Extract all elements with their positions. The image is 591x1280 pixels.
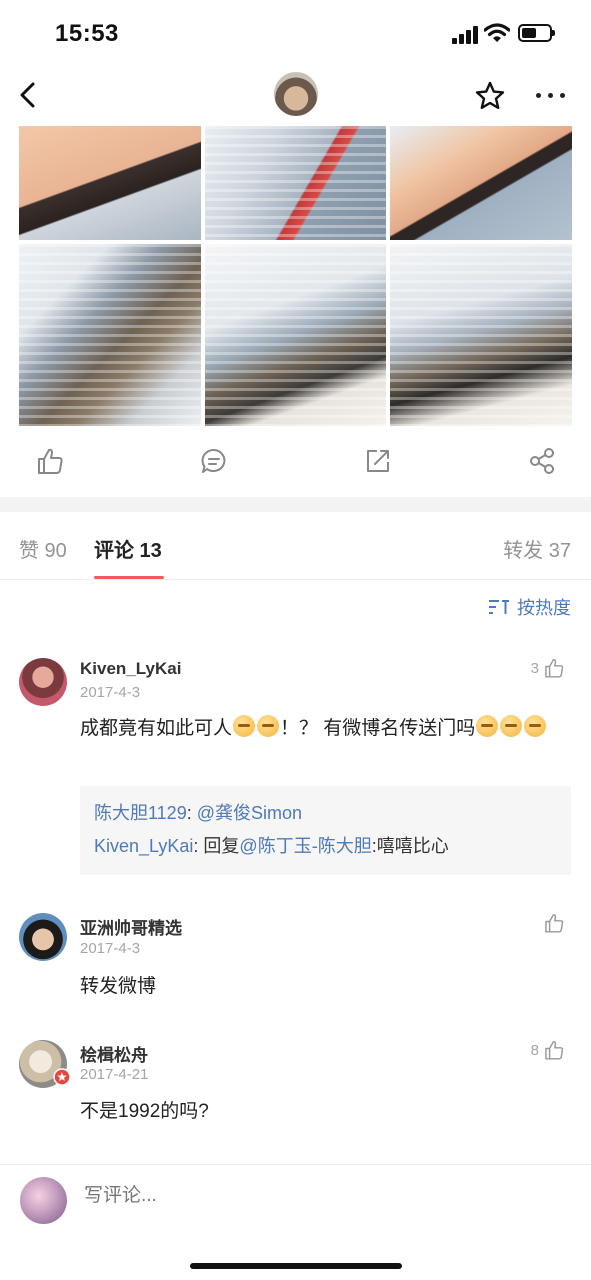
- section-divider: [0, 497, 591, 512]
- comment-text-part2: ！？ 有微博名传送门吗: [280, 718, 476, 739]
- home-indicator: [190, 1263, 402, 1269]
- comment-date: 2017-4-3: [80, 940, 141, 957]
- tab-likes[interactable]: 赞 90: [19, 534, 67, 563]
- comment-text: 转发微博: [80, 976, 157, 997]
- like-count: 8: [530, 1041, 539, 1059]
- reply-author[interactable]: 陈大胆1129: [94, 803, 187, 823]
- photo-grid: [19, 126, 572, 426]
- like-count: 3: [530, 659, 539, 677]
- comment-item: 桧楫松舟 2017-4-21 8 不是1992的吗?: [0, 1038, 591, 1138]
- reply-mention[interactable]: @龚俊Simon: [197, 803, 302, 823]
- sort-icon: [489, 600, 509, 614]
- tab-comments[interactable]: 评论 13: [94, 534, 162, 563]
- tab-indicator: [94, 576, 164, 579]
- bottom-comment-bar: [0, 1164, 591, 1280]
- comment-icon[interactable]: [199, 446, 229, 476]
- reply-box[interactable]: 陈大胆1129: @龚俊Simon Kiven_LyKai: 回复@陈丁玉-陈大…: [80, 786, 571, 875]
- more-button[interactable]: [534, 92, 568, 100]
- battery-icon: [518, 24, 555, 42]
- comment-date: 2017-4-3: [80, 684, 141, 701]
- thumb-up-icon: [545, 1041, 564, 1060]
- comment-like-button[interactable]: [539, 912, 565, 934]
- back-button[interactable]: [14, 80, 44, 110]
- reply-line: Kiven_LyKai: 回复@陈丁玉-陈大胆:嘻嘻比心: [94, 836, 449, 856]
- photo-1[interactable]: [19, 126, 201, 240]
- author-avatar[interactable]: [274, 72, 318, 116]
- reply-author[interactable]: Kiven_LyKai: [94, 836, 193, 856]
- comment-text-part1: 成都竟有如此可人: [80, 718, 233, 739]
- thumb-up-icon: [545, 659, 564, 678]
- action-bar: [0, 438, 591, 488]
- comment-username[interactable]: 亚洲帅哥精选: [80, 914, 182, 939]
- sort-label: 按热度: [517, 598, 571, 618]
- comment-input[interactable]: [84, 1185, 329, 1207]
- nav-bar: [0, 66, 591, 126]
- status-bar: 15:53: [0, 0, 591, 66]
- thumb-up-icon: [545, 914, 564, 933]
- reply-line: 陈大胆1129: @龚俊Simon: [94, 803, 303, 823]
- photo-5[interactable]: [205, 244, 386, 426]
- verified-badge-icon: [53, 1068, 71, 1086]
- smug-emoji-icon: [500, 715, 523, 737]
- comment-like-button[interactable]: 8: [531, 1039, 565, 1061]
- status-time: 15:53: [55, 20, 119, 47]
- comment-username[interactable]: 桧楫松舟: [80, 1041, 148, 1066]
- smug-emoji-icon: [476, 715, 499, 737]
- photo-4[interactable]: [19, 244, 201, 426]
- share-icon[interactable]: [527, 446, 557, 476]
- like-icon[interactable]: [35, 446, 65, 476]
- sort-button[interactable]: 按热度: [487, 592, 571, 622]
- signal-icon: [452, 26, 480, 44]
- avatar[interactable]: [19, 658, 67, 706]
- star-icon[interactable]: [474, 80, 506, 112]
- wifi-icon: [484, 23, 510, 42]
- comment-username[interactable]: Kiven_LyKai: [80, 659, 181, 679]
- photo-2[interactable]: [205, 126, 386, 240]
- thinking-emoji-icon: [257, 715, 280, 737]
- comment-date: 2017-4-21: [80, 1066, 149, 1083]
- photo-6[interactable]: [390, 244, 572, 426]
- comment-text: 不是1992的吗?: [80, 1101, 209, 1122]
- comment-text: 成都竟有如此可人 ！？ 有微博名传送门吗: [80, 714, 569, 744]
- comment-item: 亚洲帅哥精选 2017-4-3 转发微博: [0, 911, 591, 1011]
- my-avatar[interactable]: [20, 1177, 67, 1224]
- avatar[interactable]: [19, 913, 67, 961]
- tabs: 赞 90 评论 13 转发 37: [0, 512, 591, 580]
- thinking-emoji-icon: [233, 715, 256, 737]
- tab-reposts[interactable]: 转发 37: [503, 534, 571, 563]
- repost-icon[interactable]: [363, 446, 393, 476]
- smug-emoji-icon: [524, 715, 547, 737]
- reply-mention[interactable]: @陈丁玉-陈大胆: [239, 836, 371, 856]
- photo-3[interactable]: [390, 126, 572, 240]
- comment-item: Kiven_LyKai 2017-4-3 3 成都竟有如此可人 ！？ 有微博名传送…: [0, 656, 591, 886]
- comment-like-button[interactable]: 3: [531, 657, 565, 679]
